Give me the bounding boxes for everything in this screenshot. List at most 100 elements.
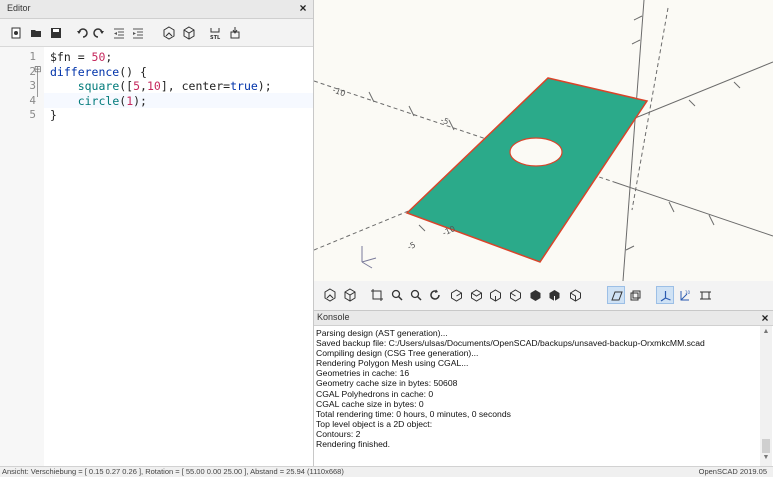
- orientation-axes: [361, 246, 377, 269]
- orthogonal-icon[interactable]: [627, 287, 643, 303]
- line-number: 2: [29, 64, 36, 78]
- save-icon[interactable]: [47, 24, 64, 41]
- view-right-icon[interactable]: [448, 287, 464, 303]
- z-axis-line: [622, 0, 645, 282]
- scroll-up-icon[interactable]: ▲: [760, 328, 772, 338]
- unindent-icon[interactable]: [110, 24, 127, 41]
- line-number: 5: [29, 108, 36, 121]
- code-token: $fn =: [50, 50, 92, 64]
- code-line[interactable]: difference() {: [50, 65, 147, 79]
- undo-icon[interactable]: [73, 24, 90, 41]
- console-line: Compiling design (CSG Tree generation)..…: [316, 348, 479, 359]
- redo-icon[interactable]: [90, 24, 107, 41]
- console-line: Parsing design (AST generation)...: [316, 328, 448, 338]
- circle-hole: [509, 137, 563, 167]
- view-top-icon[interactable]: [468, 287, 484, 303]
- show-edges-icon[interactable]: [697, 287, 713, 303]
- perspective-icon[interactable]: [607, 286, 625, 304]
- view-back-icon[interactable]: [546, 287, 562, 303]
- scroll-down-icon[interactable]: ▼: [760, 454, 772, 464]
- scroll-thumb[interactable]: [762, 439, 770, 453]
- preview-icon[interactable]: [322, 287, 338, 303]
- console-line: Rendering finished.: [316, 439, 391, 450]
- view-status: Ansicht: Verschiebung = [ 0.15 0.27 0.26…: [2, 467, 344, 476]
- axis-label-x-neg2: -5: [439, 115, 450, 126]
- code-line[interactable]: }: [50, 108, 57, 122]
- code-line[interactable]: square([5,10], center=true);: [50, 79, 272, 93]
- editor-titlebar: Editor ×: [0, 0, 313, 19]
- code-token: true: [230, 79, 258, 93]
- export-stl-icon[interactable]: STL: [206, 24, 223, 41]
- console-line: Rendering Polygon Mesh using CGAL...: [316, 358, 469, 369]
- axis-label-x-neg: -10: [331, 85, 346, 98]
- console-line: Geometries in cache: 16: [316, 368, 410, 379]
- code-token: circle: [77, 93, 120, 108]
- view-left-icon[interactable]: [507, 287, 523, 303]
- version-label: OpenSCAD 2019.05: [698, 467, 767, 476]
- code-token: );: [133, 93, 147, 108]
- console-line: Top level object is a 2D object:: [316, 418, 433, 429]
- line-number: 4: [29, 93, 36, 107]
- preview-icon[interactable]: [160, 24, 177, 41]
- new-file-icon[interactable]: [7, 24, 24, 41]
- code-token: () {: [119, 64, 147, 79]
- view-front-icon[interactable]: [527, 287, 543, 303]
- code-token: 10: [146, 79, 161, 93]
- x-axis-positive: [613, 181, 773, 237]
- editor-title: Editor: [7, 3, 31, 13]
- console-line: Total rendering time: 0 hours, 0 minutes…: [316, 408, 511, 419]
- reset-view-icon[interactable]: [427, 287, 443, 303]
- console-panel: Konsole × Parsing design (AST generation…: [314, 310, 773, 467]
- view-all-icon[interactable]: [369, 287, 385, 303]
- status-bar: Ansicht: Verschiebung = [ 0.15 0.27 0.26…: [0, 466, 773, 477]
- show-scale-markers-icon[interactable]: 10: [676, 287, 692, 303]
- line-number: 1: [29, 50, 36, 63]
- send-to-print-icon[interactable]: [226, 24, 243, 41]
- render-icon[interactable]: [342, 287, 358, 303]
- view-diagonal-icon[interactable]: [567, 287, 583, 303]
- editor-panel: Editor × STL 1 2 3 4 5 $fn = 50; differe…: [0, 0, 314, 466]
- indent-icon[interactable]: [129, 24, 146, 41]
- console-titlebar: Konsole ×: [314, 311, 773, 326]
- code-token: ,: [140, 79, 147, 93]
- code-token: }: [50, 108, 57, 122]
- show-axes-icon[interactable]: [656, 286, 674, 304]
- console-line: Contours: 2: [316, 428, 361, 439]
- console-line: Saved backup file: C:/Users/ulsas/Docume…: [316, 338, 705, 349]
- view-bottom-icon[interactable]: [487, 287, 503, 303]
- code-token: 50: [91, 50, 106, 64]
- console-line: Geometry cache size in bytes: 50608: [316, 378, 458, 389]
- viewport-canvas: -10 -5 -10 -5: [313, 0, 773, 282]
- code-token: difference: [50, 64, 120, 79]
- console-output: Parsing design (AST generation)... Saved …: [316, 328, 756, 449]
- view-toolbar: 10: [314, 281, 773, 311]
- console-line: CGAL Polyhedrons in cache: 0: [316, 388, 434, 399]
- render-icon[interactable]: [180, 24, 197, 41]
- code-token: );: [257, 79, 272, 93]
- editor-toolbar: STL: [0, 19, 313, 47]
- svg-text:STL: STL: [210, 35, 221, 40]
- code-token: ;: [105, 50, 113, 64]
- zoom-out-icon[interactable]: [408, 287, 424, 303]
- code-token: ], center=: [160, 79, 231, 93]
- fold-marker-icon[interactable]: ⊟: [34, 64, 42, 75]
- code-line[interactable]: $fn = 50;: [50, 50, 112, 64]
- axis-label-y-neg2: -5: [406, 240, 417, 252]
- zoom-in-icon[interactable]: [389, 287, 405, 303]
- console-close-button[interactable]: ×: [758, 311, 772, 325]
- console-line: CGAL cache size in bytes: 0: [316, 398, 424, 409]
- code-token: square: [77, 79, 120, 93]
- code-editor[interactable]: 12345 $fn = 50; difference() { square([5,…: [0, 47, 313, 466]
- svg-text:10: 10: [685, 290, 691, 295]
- editor-close-button[interactable]: ×: [296, 1, 310, 15]
- console-scrollbar[interactable]: ▲ ▼: [760, 326, 772, 466]
- open-file-icon[interactable]: [27, 24, 44, 41]
- line-number: 3: [29, 79, 36, 92]
- 3d-viewport[interactable]: -10 -5 -10 -5: [313, 0, 773, 282]
- code-token: ([: [119, 79, 134, 93]
- line-number-gutter: 12345: [0, 47, 44, 466]
- code-line[interactable]: circle(1);: [50, 94, 147, 108]
- code-token: 5: [133, 79, 141, 93]
